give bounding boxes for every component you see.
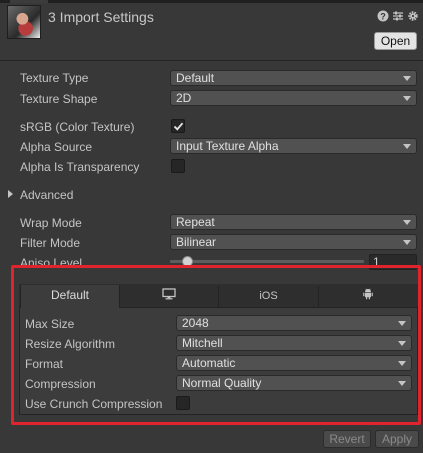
inspector-title: 3 Import Settings (48, 9, 154, 25)
texture-shape-dropdown[interactable]: 2D (170, 90, 417, 106)
advanced-foldout-label[interactable]: Advanced (20, 188, 73, 202)
header-divider (0, 60, 423, 61)
chevron-down-icon (403, 220, 411, 225)
presets-icon[interactable] (392, 10, 404, 22)
svg-text:?: ? (380, 12, 386, 22)
chevron-down-icon (403, 96, 411, 101)
inspector-tab[interactable] (10, 0, 48, 3)
chevron-down-icon (403, 76, 411, 81)
gear-icon[interactable] (407, 10, 419, 22)
texture-type-value: Default (176, 71, 215, 85)
apply-button[interactable]: Apply (375, 430, 419, 448)
open-button[interactable]: Open (374, 32, 417, 50)
chevron-down-icon (403, 144, 411, 149)
texture-type-label: Texture Type (20, 71, 89, 85)
filter-mode-value: Bilinear (176, 235, 217, 249)
wrap-mode-value: Repeat (176, 215, 215, 229)
help-icon[interactable]: ? (377, 10, 389, 22)
texture-thumbnail (7, 5, 41, 39)
alpha-source-dropdown[interactable]: Input Texture Alpha (170, 138, 417, 154)
texture-shape-label: Texture Shape (20, 92, 98, 106)
srgb-label: sRGB (Color Texture) (20, 120, 135, 134)
checkmark-icon (173, 122, 184, 131)
highlight-box (11, 265, 421, 425)
wrap-mode-dropdown[interactable]: Repeat (170, 214, 417, 230)
texture-type-dropdown[interactable]: Default (170, 70, 417, 86)
alpha-source-value: Input Texture Alpha (176, 139, 279, 153)
alpha-source-label: Alpha Source (20, 140, 93, 154)
foldout-arrow-icon[interactable] (8, 190, 13, 198)
alpha-transparency-label: Alpha Is Transparency (20, 160, 140, 174)
window-tab-strip (0, 0, 423, 3)
filter-mode-dropdown[interactable]: Bilinear (170, 234, 417, 250)
srgb-checkbox[interactable] (171, 119, 185, 133)
wrap-mode-label: Wrap Mode (20, 216, 82, 230)
filter-mode-label: Filter Mode (20, 236, 81, 250)
chevron-down-icon (403, 240, 411, 245)
alpha-transparency-checkbox[interactable] (171, 159, 185, 173)
texture-shape-value: 2D (176, 91, 192, 105)
revert-button[interactable]: Revert (323, 430, 371, 448)
aniso-level-slider-track[interactable] (170, 260, 364, 263)
